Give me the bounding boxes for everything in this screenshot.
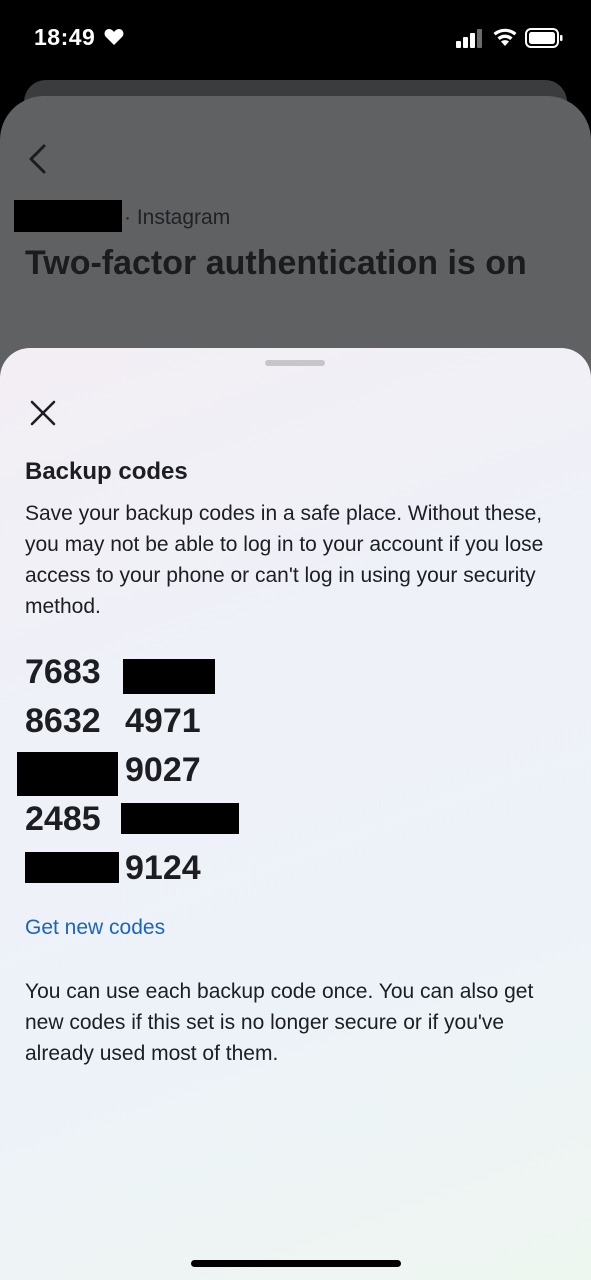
redacted-code-part (17, 752, 118, 796)
redacted-code-part (123, 659, 215, 694)
redacted-code-part (25, 852, 119, 883)
sheet-grabber[interactable] (265, 360, 325, 366)
backup-codes-footer: You can use each backup code once. You c… (25, 980, 534, 1065)
redacted-account-name (14, 200, 122, 232)
code-part-first: 7683 (25, 653, 101, 691)
heart-icon (104, 29, 124, 45)
home-indicator[interactable] (191, 1260, 401, 1267)
battery-icon (525, 28, 563, 48)
backup-codes-sheet: Backup codes Save your backup codes in a… (0, 348, 591, 1280)
back-arrow-icon[interactable] (24, 142, 54, 176)
get-new-codes-link[interactable]: Get new codes (25, 916, 165, 940)
sheet-heading: Backup codes (25, 458, 188, 485)
code-part-first: 8632 (25, 702, 101, 740)
close-icon[interactable] (28, 398, 58, 428)
code-part-second: 9124 (125, 849, 201, 887)
sheet-description: Save your backup codes in a safe place. … (25, 502, 544, 618)
code-part-second: 9027 (125, 751, 201, 789)
status-time: 18:49 (34, 24, 96, 50)
status-bar: 18:49 (0, 0, 591, 80)
wifi-icon (493, 28, 517, 46)
code-part-second: 4971 (125, 702, 201, 740)
redacted-code-part (121, 803, 239, 834)
signal-icon (456, 29, 482, 48)
account-source: · Instagram (124, 206, 231, 229)
code-part-first: 2485 (25, 800, 101, 838)
page-title: Two-factor authentication is on (25, 244, 527, 282)
